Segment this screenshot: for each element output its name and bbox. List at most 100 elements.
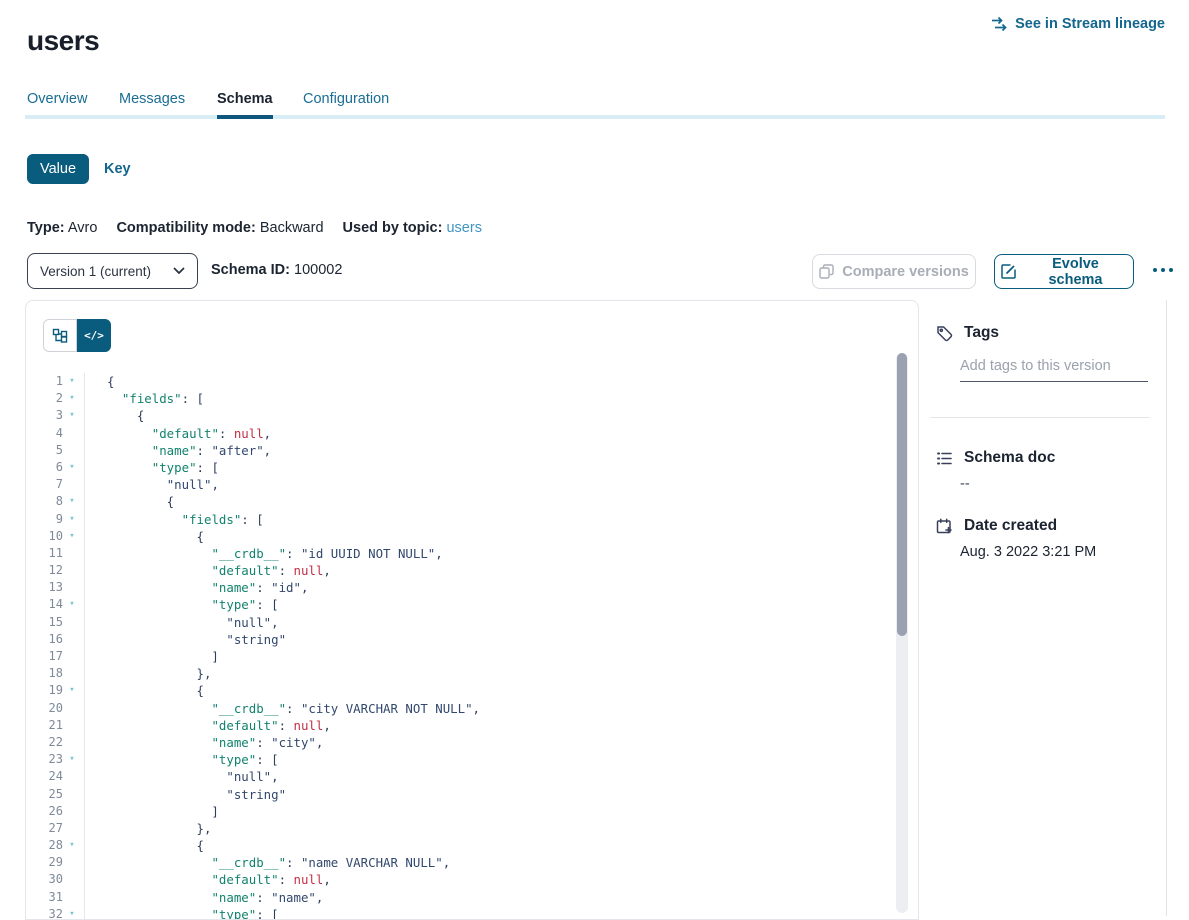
topic-link[interactable]: users [446, 220, 481, 236]
line-number: 13 [26, 579, 63, 596]
fold-arrow-icon[interactable]: ▾ [63, 596, 81, 613]
line-number: 27 [26, 820, 63, 837]
line-number: 18 [26, 665, 63, 682]
code-line-text: { [85, 373, 114, 390]
code-gutter: 4 [26, 425, 85, 442]
code-lines[interactable]: 1▾{2▾ "fields": [3▾ {4 "default": null,5… [26, 373, 918, 919]
fold-arrow-icon[interactable]: ▾ [63, 511, 81, 528]
tab-schema[interactable]: Schema [217, 91, 273, 107]
tab-overview[interactable]: Overview [27, 91, 87, 107]
line-number: 9 [26, 511, 63, 528]
editor-scrollbar-track[interactable] [896, 353, 908, 913]
fold-arrow-icon[interactable]: ▾ [63, 751, 81, 768]
fold-arrow-icon[interactable]: ▾ [63, 390, 81, 407]
code-line-text: "null", [85, 614, 279, 631]
compare-icon [819, 264, 834, 279]
code-line: 32▾ "type": [ [26, 906, 918, 920]
code-line-text: "type": [ [85, 459, 219, 476]
ellipsis-icon [1153, 268, 1157, 272]
code-gutter: 3▾ [26, 407, 85, 424]
code-gutter: 29 [26, 854, 85, 871]
code-view-button[interactable]: </> [77, 319, 111, 352]
code-line: 21 "default": null, [26, 717, 918, 734]
code-line-text: "name": "id", [85, 579, 308, 596]
code-gutter: 32▾ [26, 906, 85, 920]
code-gutter: 27 [26, 820, 85, 837]
value-toggle-button[interactable]: Value [27, 154, 89, 184]
code-gutter: 9▾ [26, 511, 85, 528]
line-number: 17 [26, 648, 63, 665]
line-number: 14 [26, 596, 63, 613]
ellipsis-icon [1161, 268, 1165, 272]
code-line: 31 "name": "name", [26, 889, 918, 906]
code-gutter: 30 [26, 871, 85, 888]
fold-arrow-icon[interactable]: ▾ [63, 682, 81, 699]
fold-arrow-icon[interactable]: ▾ [63, 459, 81, 476]
line-number: 1 [26, 373, 63, 390]
tree-view-button[interactable] [43, 319, 77, 352]
edit-icon [1001, 264, 1016, 279]
code-line: 25 "string" [26, 786, 918, 803]
editor-scrollbar-thumb[interactable] [897, 353, 907, 636]
code-line: 6▾ "type": [ [26, 459, 918, 476]
code-view-icon: </> [84, 329, 104, 342]
tab-underline-track [25, 115, 1165, 119]
tab-configuration[interactable]: Configuration [303, 91, 389, 107]
code-line: 5 "name": "after", [26, 442, 918, 459]
line-number: 6 [26, 459, 63, 476]
page-title: users [27, 25, 99, 57]
code-gutter: 17 [26, 648, 85, 665]
evolve-schema-button[interactable]: Evolve schema [994, 254, 1134, 289]
code-gutter: 2▾ [26, 390, 85, 407]
code-gutter: 7 [26, 476, 85, 493]
code-line-text: "string" [85, 631, 286, 648]
tags-input[interactable] [960, 358, 1148, 382]
schema-editor-panel: </> 1▾{2▾ "fields": [3▾ {4 "default": nu… [25, 300, 919, 920]
line-number: 4 [26, 425, 63, 442]
sidebar-right-border [1166, 300, 1167, 916]
line-number: 20 [26, 700, 63, 717]
meta-topic: Used by topic: users [343, 220, 482, 236]
fold-arrow-icon[interactable]: ▾ [63, 493, 81, 510]
evolve-schema-label: Evolve schema [1024, 256, 1127, 288]
key-toggle-button[interactable]: Key [104, 161, 131, 177]
code-line: 27 }, [26, 820, 918, 837]
fold-arrow-icon[interactable]: ▾ [63, 528, 81, 545]
schema-meta-row: Type: Avro Compatibility mode: Backward … [27, 220, 497, 236]
compare-versions-button[interactable]: Compare versions [812, 254, 976, 289]
line-number: 2 [26, 390, 63, 407]
code-gutter: 1▾ [26, 373, 85, 390]
code-gutter: 22 [26, 734, 85, 751]
code-gutter: 14▾ [26, 596, 85, 613]
code-gutter: 26 [26, 803, 85, 820]
code-line-text: "name": "name", [85, 889, 323, 906]
stream-lineage-link[interactable]: See in Stream lineage [991, 16, 1165, 32]
code-line-text: "null", [85, 476, 219, 493]
line-number: 8 [26, 493, 63, 510]
tab-messages[interactable]: Messages [119, 91, 185, 107]
more-options-button[interactable] [1148, 263, 1178, 277]
line-number: 16 [26, 631, 63, 648]
fold-arrow-icon[interactable]: ▾ [63, 837, 81, 854]
code-gutter: 5 [26, 442, 85, 459]
version-select[interactable]: Version 1 (current) [27, 253, 198, 289]
line-number: 24 [26, 768, 63, 785]
schema-id: Schema ID: 100002 [211, 262, 342, 278]
fold-arrow-icon[interactable]: ▾ [63, 373, 81, 390]
date-created-section-header: Date created [936, 517, 1057, 535]
code-line: 13 "name": "id", [26, 579, 918, 596]
code-line: 18 }, [26, 665, 918, 682]
list-icon [936, 450, 953, 467]
code-gutter: 21 [26, 717, 85, 734]
code-line: 30 "default": null, [26, 871, 918, 888]
code-line: 2▾ "fields": [ [26, 390, 918, 407]
code-gutter: 12 [26, 562, 85, 579]
line-number: 19 [26, 682, 63, 699]
code-line-text: "null", [85, 768, 279, 785]
compatibility-value: Backward [260, 220, 324, 236]
code-line: 22 "name": "city", [26, 734, 918, 751]
fold-arrow-icon[interactable]: ▾ [63, 407, 81, 424]
code-gutter: 8▾ [26, 493, 85, 510]
line-number: 31 [26, 889, 63, 906]
fold-arrow-icon[interactable]: ▾ [63, 906, 81, 920]
